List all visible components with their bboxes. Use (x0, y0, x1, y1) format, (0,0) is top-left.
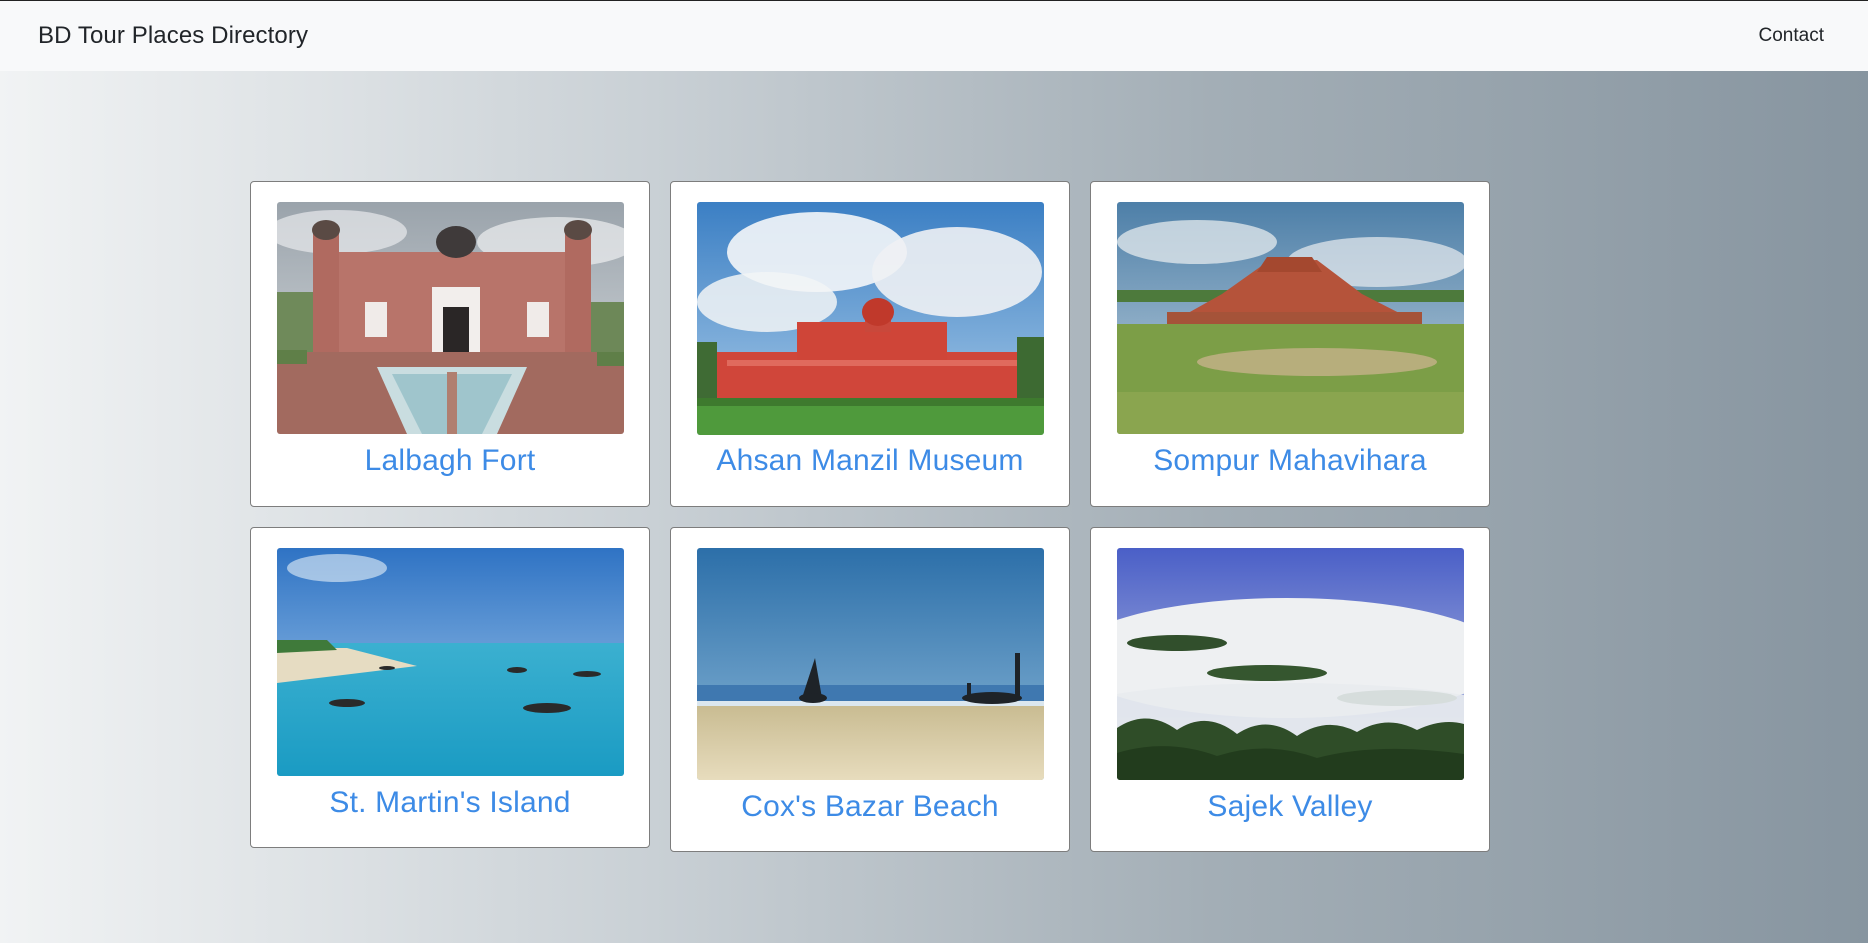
st-martins-island-photo[interactable] (277, 548, 624, 776)
place-card-sajek-valley[interactable]: Sajek Valley (1090, 527, 1490, 852)
contact-link[interactable]: Contact (1759, 25, 1824, 47)
place-title-sompur-mahavihara[interactable]: Sompur Mahavihara (1091, 444, 1489, 478)
place-card-lalbagh-fort[interactable]: Lalbagh Fort (250, 181, 650, 507)
brand-link[interactable]: BD Tour Places Directory (38, 22, 308, 50)
place-card-st-martins-island[interactable]: St. Martin's Island (250, 527, 650, 848)
place-title-coxs-bazar-beach[interactable]: Cox's Bazar Beach (671, 790, 1069, 824)
coxs-bazar-beach-photo[interactable] (697, 548, 1044, 780)
place-title-sajek-valley[interactable]: Sajek Valley (1091, 790, 1489, 824)
sompur-mahavihara-photo[interactable] (1117, 202, 1464, 434)
top-navbar: BD Tour Places Directory Contact (0, 0, 1868, 71)
lalbagh-fort-photo[interactable] (277, 202, 624, 434)
place-card-ahsan-manzil[interactable]: Ahsan Manzil Museum (670, 181, 1070, 507)
place-title-ahsan-manzil[interactable]: Ahsan Manzil Museum (671, 444, 1069, 478)
place-title-st-martins-island[interactable]: St. Martin's Island (251, 786, 649, 820)
place-card-sompur-mahavihara[interactable]: Sompur Mahavihara (1090, 181, 1490, 507)
place-card-coxs-bazar-beach[interactable]: Cox's Bazar Beach (670, 527, 1070, 852)
sajek-valley-photo[interactable] (1117, 548, 1464, 780)
place-title-lalbagh-fort[interactable]: Lalbagh Fort (251, 444, 649, 478)
ahsan-manzil-photo[interactable] (697, 202, 1044, 435)
